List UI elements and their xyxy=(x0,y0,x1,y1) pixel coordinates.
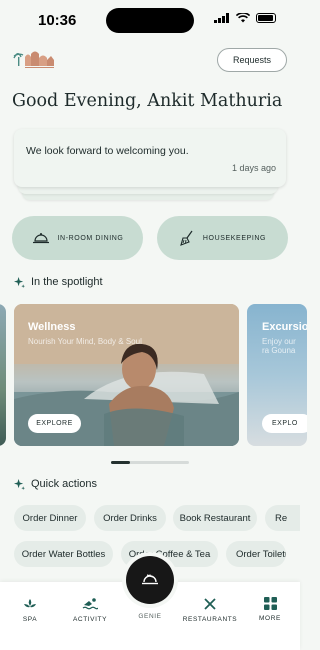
grid-icon xyxy=(263,597,277,610)
carousel-indicator-active xyxy=(111,461,130,464)
message-text: We look forward to welcoming you. xyxy=(26,145,189,157)
spotlight-heading: In the spotlight xyxy=(14,276,103,288)
excursions-card-title: Excursio xyxy=(262,321,307,333)
chip-order-dinner[interactable]: Order Dinner xyxy=(14,505,86,531)
nav-more[interactable]: MORE xyxy=(240,597,300,622)
sparkle-icon xyxy=(14,276,25,288)
message-timestamp: 1 days ago xyxy=(231,163,276,173)
swimmer-icon xyxy=(82,598,98,610)
signal-icon xyxy=(214,13,229,23)
service-bell-icon xyxy=(142,574,158,585)
nav-restaurants-label: RESTAURANTS xyxy=(182,616,238,623)
nav-activity[interactable]: ACTIVITY xyxy=(60,597,120,623)
nav-spa[interactable]: SPA xyxy=(0,597,60,623)
nav-spa-label: SPA xyxy=(22,616,38,623)
excursions-explore-button[interactable]: EXPLO xyxy=(262,414,307,433)
nav-activity-label: ACTIVITY xyxy=(72,616,108,623)
wellness-explore-button[interactable]: EXPLORE xyxy=(28,414,81,433)
nav-more-label: MORE xyxy=(259,615,281,622)
broom-icon xyxy=(180,230,193,246)
nav-restaurants[interactable]: RESTAURANTS xyxy=(180,597,240,623)
dynamic-island xyxy=(106,8,194,33)
chip-order-water-bottles[interactable]: Order Water Bottles xyxy=(14,541,113,567)
housekeeping-button[interactable]: HOUSEKEEPING xyxy=(157,216,288,260)
chip-order-toiletries[interactable]: Order Toiletr xyxy=(226,541,286,567)
genie-label: GENIE xyxy=(138,613,162,620)
spotlight-card-excursions[interactable]: Excursio Enjoy our ra Gouna EXPLO xyxy=(247,304,307,446)
spotlight-card-wellness[interactable]: Wellness Nourish Your Mind, Body & Soul … xyxy=(14,304,239,446)
spotlight-card-previous[interactable] xyxy=(0,304,6,446)
requests-button[interactable]: Requests xyxy=(217,48,287,72)
housekeeping-label: HOUSEKEEPING xyxy=(202,234,267,242)
chip-book-restaurant[interactable]: Book Restaurant xyxy=(173,505,257,531)
chip-order-drinks[interactable]: Order Drinks xyxy=(94,505,166,531)
message-card[interactable]: We look forward to welcoming you. 1 days… xyxy=(14,129,286,187)
spotlight-title: In the spotlight xyxy=(31,276,103,288)
wifi-icon xyxy=(236,13,250,23)
lotus-icon xyxy=(24,599,36,608)
status-time: 10:36 xyxy=(38,12,77,29)
cloche-icon xyxy=(32,233,49,244)
wellness-card-subtitle: Nourish Your Mind, Body & Soul xyxy=(28,337,142,346)
hotel-logo xyxy=(13,51,54,68)
sparkle-icon xyxy=(14,478,25,490)
battery-icon xyxy=(256,13,276,23)
in-room-dining-label: IN-ROOM DINING xyxy=(57,234,124,242)
excursions-card-subtitle: Enjoy our ra Gouna xyxy=(262,337,296,355)
status-icons xyxy=(214,13,276,23)
chip-partial[interactable]: Re xyxy=(265,505,300,531)
quick-actions-heading: Quick actions xyxy=(14,478,97,490)
wellness-card-title: Wellness xyxy=(28,321,76,333)
in-room-dining-button[interactable]: IN-ROOM DINING xyxy=(12,216,143,260)
genie-button[interactable] xyxy=(126,556,174,604)
utensils-icon xyxy=(204,598,216,610)
status-bar: 10:36 xyxy=(0,0,300,40)
quick-actions-title: Quick actions xyxy=(31,478,98,490)
greeting-title: Good Evening, Ankit Mathuria xyxy=(12,91,283,111)
